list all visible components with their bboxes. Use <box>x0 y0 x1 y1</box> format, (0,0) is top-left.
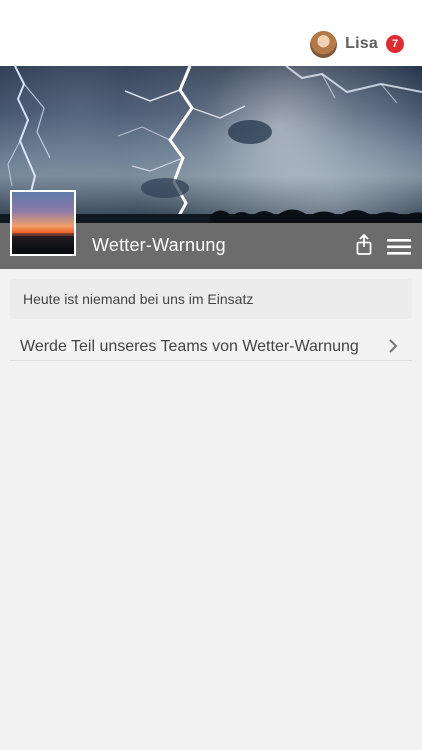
avatar-icon[interactable] <box>310 30 338 58</box>
chevron-right-icon[interactable] <box>388 338 400 354</box>
notice-card: Heute ist niemand bei uns im Einsatz <box>10 279 412 319</box>
top-bar: Lisa 7 <box>0 0 422 67</box>
notice-text: Heute ist niemand bei uns im Einsatz <box>23 291 254 307</box>
notification-badge[interactable]: 7 <box>386 35 404 53</box>
share-button[interactable] <box>350 231 378 259</box>
menu-icon[interactable] <box>387 238 411 256</box>
share-icon[interactable] <box>354 234 374 256</box>
menu-button[interactable] <box>383 235 415 259</box>
user-chip[interactable]: Lisa 7 <box>310 28 404 60</box>
profile-thumbnail[interactable] <box>10 190 76 256</box>
join-team-row[interactable]: Werde Teil unseres Teams von Wetter-Warn… <box>10 330 412 361</box>
join-team-label[interactable]: Werde Teil unseres Teams von Wetter-Warn… <box>20 338 359 356</box>
page-title: Wetter-Warnung <box>92 235 226 255</box>
user-name[interactable]: Lisa <box>345 35 378 53</box>
